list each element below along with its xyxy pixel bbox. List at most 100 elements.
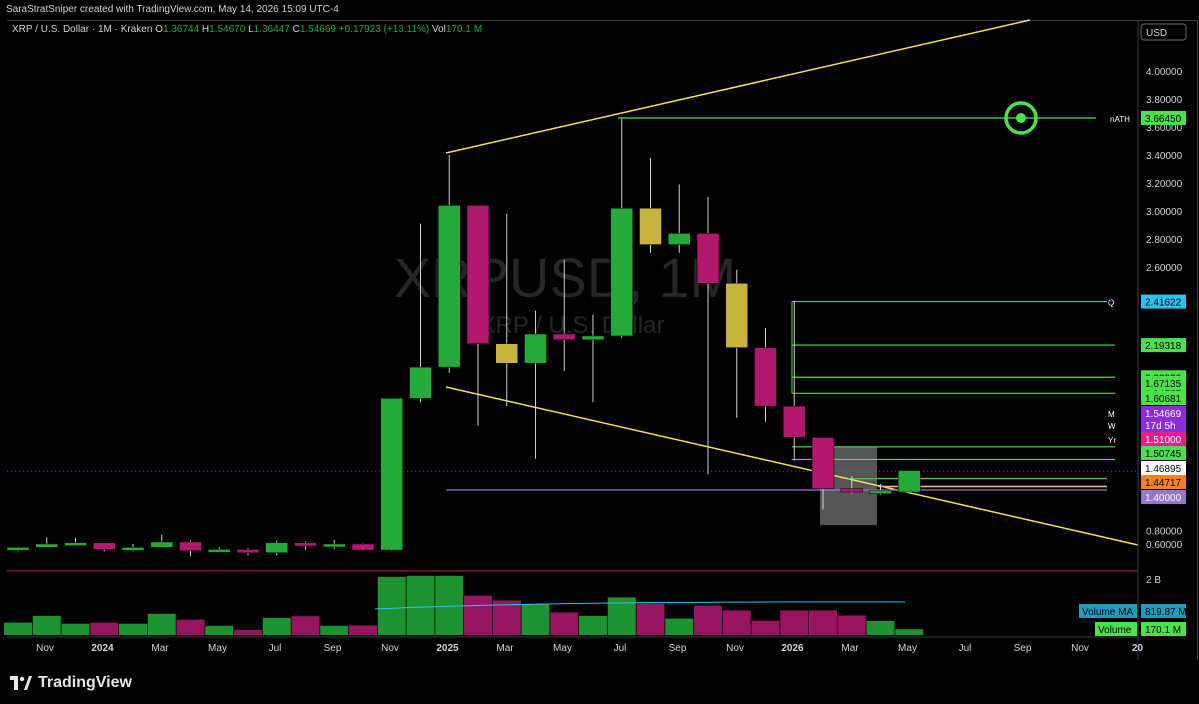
volume-bar-2024-03: [147, 613, 176, 635]
candle-2024-06: [236, 549, 260, 554]
volume-bar-2023-11: [32, 615, 61, 635]
candle-2025-02: [466, 205, 490, 344]
candle-2025-06: [581, 335, 605, 341]
price-label-11: 1.46895: [1145, 464, 1182, 475]
volume-bar-2025-02: [464, 595, 492, 635]
time-tick-0: Nov: [36, 643, 54, 654]
volume-bar-2023-12: [61, 623, 90, 635]
time-tick-9: May: [553, 643, 572, 654]
level-tag-nATH: nATH: [1110, 115, 1130, 124]
candle-2025-03: [495, 343, 518, 364]
volume-bar-2024-02: [119, 623, 147, 635]
time-tick-16: Jul: [959, 643, 972, 654]
legend-c-label: C: [292, 24, 300, 35]
candle-2025-12: [754, 347, 777, 407]
price-tick-2.80000: 2.80000: [1146, 235, 1183, 246]
volume-bar-2024-07: [262, 617, 291, 635]
candle-2024-02: [121, 547, 145, 551]
volume-bar-2025-12: [751, 620, 780, 635]
time-tick-15: May: [898, 643, 917, 654]
candle-2024-09: [323, 543, 346, 548]
time-tick-5: Sep: [324, 643, 342, 654]
candle-2025-11: [725, 283, 748, 348]
candle-2026-01: [783, 405, 806, 438]
candle-2025-10: [696, 233, 720, 284]
time-tick-14: Mar: [841, 643, 859, 654]
legend-o-label: O: [155, 24, 163, 35]
time-tick-7: 2025: [436, 643, 459, 654]
volume-bar-2025-05: [550, 612, 579, 635]
candle-2023-10: [6, 547, 30, 551]
volume-bar-2026-05: [895, 629, 924, 635]
price-label-8: 17d 5h: [1145, 421, 1176, 432]
time-tick-13: 2026: [781, 643, 804, 654]
candle-2024-08: [294, 542, 317, 547]
volume-bar-2024-09: [320, 625, 349, 635]
time-tick-10: Jul: [614, 643, 627, 654]
volume-bar-2026-02: [809, 610, 837, 635]
volume-scale-label: 2 B: [1146, 575, 1161, 586]
volume-bar-2024-11: [377, 576, 406, 635]
upper-trendline: [445, 19, 1031, 154]
candle-2026-03: [840, 488, 863, 493]
candle-2025-09: [668, 233, 691, 245]
candle-2026-02: [811, 437, 835, 489]
time-tick-17: Sep: [1014, 643, 1032, 654]
legend-volume: 170.1 M: [445, 24, 483, 35]
price-label-2: 2.19318: [1145, 341, 1182, 352]
price-tick-3.00000: 3.00000: [1146, 207, 1183, 218]
price-tick-3.20000: 3.20000: [1146, 179, 1183, 190]
candle-2025-08: [639, 207, 662, 245]
price-label-13: 1.40000: [1145, 493, 1182, 504]
candle-2025-05: [553, 333, 576, 341]
level-tag-Q: Q: [1108, 299, 1114, 308]
tradingview-logo-icon: [10, 676, 32, 690]
price-label-10: 1.50745: [1145, 449, 1182, 460]
volume-bar-2025-03: [492, 600, 521, 635]
volume-ma-tag: Volume MA: [1082, 607, 1133, 618]
volume-bar-2024-05: [205, 625, 234, 635]
volume-bar-2025-06: [579, 615, 607, 635]
ath-target-dot: [1016, 112, 1026, 123]
price-label-12: 1.44717: [1145, 478, 1182, 489]
time-tick-6: Nov: [381, 643, 399, 654]
volume-bar-2024-12: [406, 575, 435, 635]
candle-2026-04: [869, 490, 892, 494]
price-chart[interactable]: XRPUSD, 1MXRP / U.S. DollarUSD4.000003.8…: [0, 0, 1199, 660]
price-tick-4.00000: 4.00000: [1146, 67, 1183, 78]
candle-2025-04: [524, 333, 547, 364]
volume-bar-2023-10: [4, 622, 32, 635]
price-tick-2.60000: 2.60000: [1146, 263, 1183, 274]
volume-bar-2026-04: [866, 620, 895, 635]
level-tag-W: W: [1108, 422, 1116, 431]
volume-bar-2026-01: [780, 610, 809, 635]
candle-2024-01: [93, 542, 116, 550]
candle-2024-10: [351, 543, 375, 551]
volume-bar-2025-09: [665, 618, 694, 635]
price-label-0: 3.66450: [1145, 114, 1182, 125]
volume-bar-2024-06: [234, 629, 262, 635]
price-label-9: 1.51000: [1145, 435, 1182, 446]
candle-2024-11: [380, 398, 403, 551]
volume-bar-2025-08: [636, 603, 665, 635]
legend-change: +0.17923 (+13.11%): [338, 24, 430, 35]
time-tick-12: Nov: [726, 643, 744, 654]
candle-2024-04: [179, 541, 202, 551]
time-tick-3: May: [208, 643, 227, 654]
time-tick-8: Mar: [496, 643, 514, 654]
volume-bar-2024-08: [291, 616, 320, 635]
legend-close: 1.54669: [299, 24, 336, 35]
legend-symbol: XRP / U.S. Dollar · 1M · Kraken: [12, 24, 153, 35]
volume-bar-2025-10: [694, 605, 722, 635]
legend-low: 1.36447: [253, 24, 290, 35]
candle-2023-12: [64, 542, 87, 546]
candle-2025-01: [438, 205, 461, 368]
candle-2025-07: [610, 207, 633, 337]
candle-2024-03: [150, 541, 173, 548]
tradingview-logo[interactable]: TradingView: [10, 674, 132, 692]
price-label-1: 2.41622: [1145, 298, 1182, 309]
volume-bar-2024-04: [176, 619, 205, 635]
time-tick-2: Mar: [151, 643, 169, 654]
candle-2024-05: [208, 549, 231, 553]
legend-open: 1.36744: [162, 24, 200, 35]
